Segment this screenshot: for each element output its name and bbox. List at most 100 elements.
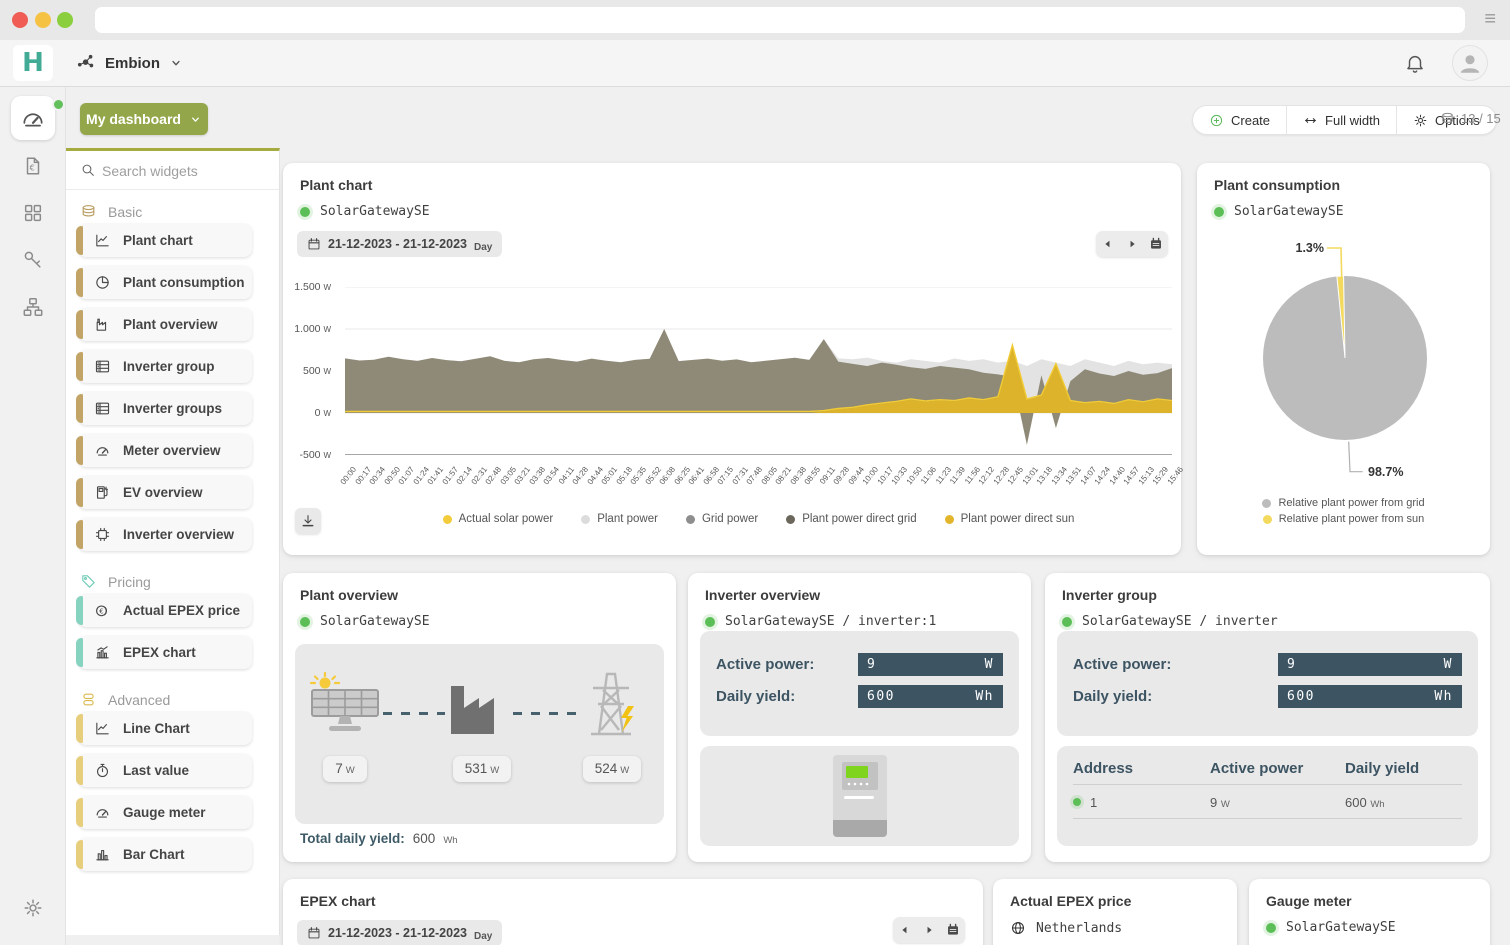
date-range-picker[interactable]: 21-12-2023 - 21-12-2023 Day (297, 920, 502, 945)
x-tick-label: 00:00 (339, 465, 358, 486)
legend-item-actual-solar-power[interactable]: Actual solar power (443, 513, 554, 525)
item-label: EV overview (123, 485, 203, 500)
divider (1073, 818, 1462, 819)
calendar-button[interactable] (1144, 231, 1168, 257)
dashboard-active-dot (52, 98, 65, 111)
minimize-window-button[interactable] (35, 12, 51, 28)
dashboard-selector-button[interactable]: My dashboard (80, 103, 208, 135)
inverter-overview-widget: Inverter overview SolarGatewaySE / inver… (688, 573, 1031, 862)
sidebar-item-plant-chart[interactable]: Plant chart (78, 224, 252, 257)
app-logo[interactable]: H (13, 45, 53, 81)
sidebar-item-epex-chart[interactable]: EPEX chart (78, 636, 252, 669)
unit: W (490, 765, 499, 776)
rail-item-settings[interactable] (22, 897, 44, 919)
download-chart-button[interactable] (295, 508, 321, 534)
line-chart-icon (94, 232, 111, 249)
widget-sidebar: BasicPlant chartPlant consumptionPlant o… (66, 148, 280, 935)
date-range-picker[interactable]: 21-12-2023 - 21-12-2023 Day (297, 231, 502, 257)
y-tick-label: 500 W (303, 365, 331, 377)
device-row: SolarGatewaySE / inverter (1062, 614, 1278, 629)
rail-item-keys[interactable] (22, 249, 44, 271)
rail-item-widgets[interactable] (22, 202, 44, 224)
page: ≡ H Embion € My dashboard (0, 0, 1510, 945)
gear-icon (1413, 113, 1428, 128)
device-name: SolarGatewaySE / inverter (1082, 614, 1278, 629)
active-power-cell: 9 W (1210, 795, 1345, 810)
sidebar-item-inverter-groups[interactable]: Inverter groups (78, 392, 252, 425)
calendar-icon (1149, 237, 1163, 251)
sidebar-item-actual-epex-price[interactable]: €Actual EPEX price (78, 594, 252, 627)
table-list-icon (94, 400, 111, 417)
next-period-button[interactable] (917, 917, 941, 943)
row-value-box: 9W (858, 653, 1003, 676)
layers-icon (80, 203, 97, 220)
calendar-button[interactable] (941, 917, 965, 943)
sidebar-item-gauge-meter[interactable]: Gauge meter (78, 796, 252, 829)
legend-item-plant-power-direct-grid[interactable]: Plant power direct grid (786, 513, 916, 525)
avatar[interactable] (1452, 45, 1488, 81)
full-width-button[interactable]: Full width (1287, 106, 1396, 134)
sidebar-item-bar-chart[interactable]: Bar Chart (78, 838, 252, 871)
legend-item-plant-power[interactable]: Plant power (581, 513, 658, 525)
x-axis-labels: 00:0000:1700:3400:5001:0701:2401:4101:57… (345, 459, 1172, 499)
notifications-bell-icon[interactable] (1404, 53, 1426, 75)
prev-period-button[interactable] (893, 917, 917, 943)
sidebar-item-inverter-overview[interactable]: Inverter overview (78, 518, 252, 551)
item-accent (76, 596, 83, 625)
value: 600 (1287, 689, 1315, 704)
sidebar-item-plant-consumption[interactable]: Plant consumption (78, 266, 252, 299)
widget-title: Actual EPEX price (1010, 893, 1131, 909)
unit: Wh (1434, 689, 1453, 704)
inverter-image-panel (700, 746, 1019, 846)
device-name: SolarGatewaySE (320, 614, 430, 629)
inverter-values-panel: Active power:9WDaily yield:600Wh (1057, 631, 1478, 736)
maximize-window-button[interactable] (57, 12, 73, 28)
item-label: Inverter overview (123, 527, 234, 542)
flow-dash-line (383, 712, 445, 715)
divider (1073, 784, 1462, 785)
sidebar-item-last-value[interactable]: Last value (78, 754, 252, 787)
calendar-icon (946, 923, 960, 937)
y-tick-label: 0 W (315, 407, 331, 419)
layers-icon (1440, 111, 1455, 126)
row-value-box: 9W (1278, 653, 1462, 676)
rail-item-billing[interactable]: € (22, 155, 44, 177)
device-name: SolarGatewaySE / inverter:1 (725, 614, 936, 629)
pie-legend-item-sun[interactable]: Relative plant power from sun (1263, 513, 1425, 525)
inverter-table-panel: Address Active power Daily yield 1 9 W 6… (1057, 746, 1478, 846)
factory-icon (447, 680, 511, 736)
sidebar-item-ev-overview[interactable]: EV overview (78, 476, 252, 509)
close-window-button[interactable] (12, 12, 28, 28)
legend-item-grid-power[interactable]: Grid power (686, 513, 758, 525)
sidebar-item-meter-overview[interactable]: Meter overview (78, 434, 252, 467)
pie-legend-item-grid[interactable]: Relative plant power from grid (1262, 497, 1424, 509)
item-accent (76, 394, 83, 423)
rail-item-dashboard[interactable] (11, 96, 55, 140)
url-bar[interactable] (95, 7, 1465, 33)
item-accent (76, 798, 83, 827)
item-accent (76, 840, 83, 869)
rail-item-topology[interactable] (22, 296, 44, 318)
organization-selector[interactable]: Embion (76, 40, 183, 86)
solar-power-value: 7 W (323, 756, 367, 782)
table-row: 1 9 W 600 Wh (1073, 791, 1462, 813)
browser-menu-icon[interactable]: ≡ (1484, 8, 1496, 31)
sidebar-item-inverter-group[interactable]: Inverter group (78, 350, 252, 383)
prev-period-button[interactable] (1096, 231, 1120, 257)
app-header: H Embion (0, 40, 1510, 87)
legend-dot (786, 515, 795, 524)
energy-flow-panel: 7 W 531 W 524 W (295, 644, 664, 824)
unit: W (620, 765, 629, 776)
search-input[interactable] (100, 158, 264, 184)
legend-dot (443, 515, 452, 524)
create-button[interactable]: Create (1193, 106, 1286, 134)
table-header-row: Address Active power Daily yield (1073, 760, 1462, 777)
bar-chart-icon (94, 846, 111, 863)
plant-overview-widget: Plant overview SolarGatewaySE (283, 573, 676, 862)
unit: Wh (1370, 799, 1384, 810)
value: 9 (1287, 657, 1296, 672)
sidebar-item-line-chart[interactable]: Line Chart (78, 712, 252, 745)
next-period-button[interactable] (1120, 231, 1144, 257)
legend-item-plant-power-direct-sun[interactable]: Plant power direct sun (945, 513, 1075, 525)
sidebar-item-plant-overview[interactable]: Plant overview (78, 308, 252, 341)
